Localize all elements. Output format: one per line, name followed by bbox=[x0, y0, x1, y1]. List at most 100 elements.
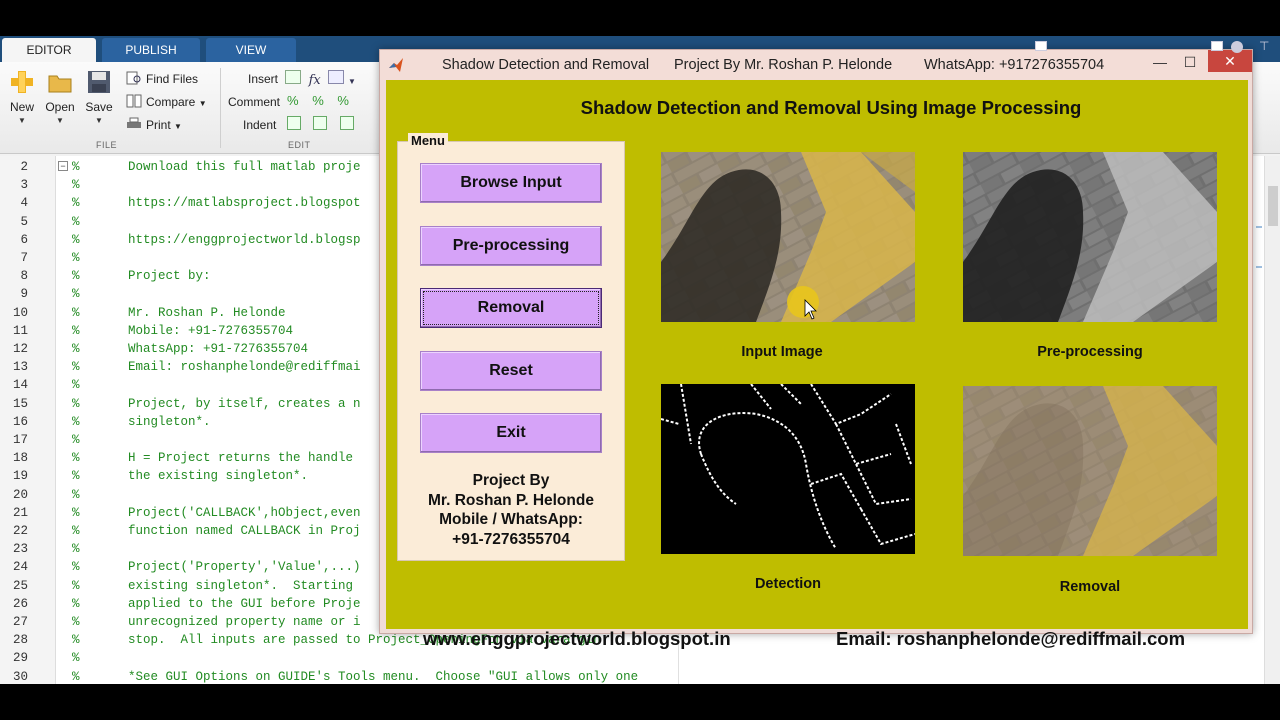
comment-marker: % bbox=[72, 451, 80, 466]
removal-button[interactable]: Removal bbox=[420, 288, 602, 328]
comment-marker: % bbox=[72, 342, 80, 356]
scrollbar-thumb[interactable] bbox=[1268, 186, 1278, 226]
comment-marker: % bbox=[72, 505, 80, 520]
comment-button[interactable]: Comment bbox=[228, 93, 280, 111]
print-label: Print bbox=[146, 118, 171, 132]
fold-toggle-icon[interactable]: − bbox=[58, 161, 68, 171]
pin-icon[interactable]: ⊤ bbox=[1259, 39, 1269, 53]
chevron-down-icon: ▼ bbox=[348, 77, 356, 86]
undock-icon[interactable] bbox=[1035, 41, 1047, 51]
line-number: 7 bbox=[20, 251, 28, 265]
new-label: New bbox=[9, 100, 34, 114]
footer-email: Email: roshanphelonde@rediffmail.com bbox=[836, 628, 1186, 649]
comment-icons[interactable]: % % % bbox=[287, 93, 349, 108]
uncomment-icon: % bbox=[312, 93, 324, 108]
code-line-text[interactable]: singleton*. bbox=[128, 415, 211, 429]
code-line-text[interactable]: Mr. Roshan P. Helonde bbox=[128, 306, 286, 320]
line-number: 14 bbox=[12, 378, 28, 393]
tab-view[interactable]: VIEW bbox=[206, 38, 296, 62]
section-edit-label: EDIT bbox=[288, 140, 311, 150]
help-icon[interactable] bbox=[1231, 41, 1243, 53]
compare-icon bbox=[126, 94, 142, 108]
layout-icon[interactable] bbox=[1211, 41, 1223, 51]
comment-marker: % bbox=[72, 360, 80, 375]
credit-line: Mr. Roshan P. Helonde bbox=[428, 491, 594, 509]
code-line-text[interactable]: WhatsApp: +91-7276355704 bbox=[128, 342, 308, 356]
menu-panel: Menu Browse Input Pre-processing Removal… bbox=[397, 133, 625, 561]
preprocessing-button[interactable]: Pre-processing bbox=[420, 226, 602, 266]
comment-marker: % bbox=[72, 651, 80, 666]
printer-icon bbox=[127, 117, 141, 128]
project-credit: Project By Mr. Roshan P. Helonde Mobile … bbox=[398, 471, 624, 549]
indent-label: Indent bbox=[243, 118, 277, 132]
tab-publish[interactable]: PUBLISH bbox=[102, 38, 200, 62]
code-line-text[interactable]: Download this full matlab proje bbox=[128, 160, 361, 174]
comment-marker: % bbox=[72, 378, 80, 393]
code-line-text[interactable]: *See GUI Options on GUIDE's Tools menu. … bbox=[128, 670, 638, 684]
code-line-text[interactable]: https://enggprojectworld.blogsp bbox=[128, 233, 361, 247]
line-number: 16 bbox=[12, 414, 28, 429]
code-line-text[interactable]: Project by: bbox=[128, 269, 211, 283]
compare-label: Compare bbox=[146, 95, 196, 109]
line-number: 18 bbox=[12, 451, 28, 466]
editor-window-controls: ⊤ bbox=[1035, 39, 1280, 55]
code-line-text[interactable]: Mobile: +91-7276355704 bbox=[128, 324, 293, 338]
line-number: 5 bbox=[20, 214, 28, 229]
browse-input-button[interactable]: Browse Input bbox=[420, 163, 602, 203]
code-line-text[interactable]: https://matlabsproject.blogspot bbox=[128, 196, 361, 210]
comment-marker: % bbox=[72, 214, 80, 229]
code-line-text[interactable]: Project, by itself, creates a n bbox=[128, 397, 361, 411]
credit-line: +91-7276355704 bbox=[452, 530, 570, 548]
code-line-text[interactable]: Email: roshanphelonde@rediffmai bbox=[128, 360, 361, 374]
detection-mask bbox=[661, 384, 915, 554]
tab-editor[interactable]: EDITOR bbox=[2, 38, 96, 62]
comment-marker: % bbox=[72, 414, 80, 429]
open-button[interactable]: Open ▼ bbox=[38, 70, 82, 125]
comment-marker: % bbox=[72, 633, 80, 648]
save-button[interactable]: Save ▼ bbox=[77, 70, 121, 125]
code-line-text[interactable]: Project('Property','Value',...) bbox=[128, 560, 361, 574]
insert-icons[interactable]: fx ▼ bbox=[285, 70, 356, 88]
floppy-disk-icon bbox=[88, 71, 110, 93]
code-line-text[interactable]: H = Project returns the handle bbox=[128, 451, 353, 465]
code-line-text[interactable]: unrecognized property name or i bbox=[128, 615, 361, 629]
line-number: 4 bbox=[20, 196, 28, 211]
comment-marker: % bbox=[72, 287, 80, 302]
reset-button[interactable]: Reset bbox=[420, 351, 602, 391]
line-number: 25 bbox=[12, 578, 28, 593]
folder-icon bbox=[48, 75, 72, 93]
insert-section-icon bbox=[285, 70, 301, 84]
code-line-text[interactable]: existing singleton*. Starting bbox=[128, 579, 353, 593]
exit-button[interactable]: Exit bbox=[420, 413, 602, 453]
comment-marker: % bbox=[72, 615, 80, 629]
code-line-text[interactable]: Project('CALLBACK',hObject,even bbox=[128, 506, 361, 520]
comment-marker: % bbox=[72, 433, 80, 447]
save-label: Save bbox=[85, 100, 113, 114]
input-image bbox=[661, 152, 915, 322]
line-number: 21 bbox=[12, 505, 28, 520]
compare-button[interactable]: Compare ▼ bbox=[126, 93, 207, 111]
code-line-text[interactable]: function named CALLBACK in Proj bbox=[128, 524, 361, 538]
code-line-text[interactable]: the existing singleton*. bbox=[128, 469, 308, 483]
comment-marker: % bbox=[72, 669, 80, 684]
removal-image-caption: Removal bbox=[1059, 579, 1121, 595]
menu-panel-title: Menu bbox=[408, 133, 448, 148]
line-number: 24 bbox=[12, 560, 28, 575]
line-number: 2 bbox=[20, 160, 28, 174]
code-line-text[interactable]: applied to the GUI before Proje bbox=[128, 597, 361, 611]
indent-button[interactable]: Indent bbox=[243, 116, 276, 134]
indent-icons[interactable] bbox=[287, 116, 354, 135]
line-number: 19 bbox=[12, 469, 28, 484]
analyzer-mark bbox=[1256, 266, 1262, 268]
detection-image bbox=[661, 384, 915, 554]
window-title-author: Project By Mr. Roshan P. Helonde bbox=[674, 57, 893, 73]
line-number: 9 bbox=[20, 287, 28, 302]
print-button[interactable]: Print ▼ bbox=[126, 116, 182, 134]
line-number: 15 bbox=[12, 396, 28, 411]
comment-marker: % bbox=[72, 469, 80, 484]
comment-marker: % bbox=[72, 269, 80, 284]
line-number: 12 bbox=[12, 342, 28, 356]
find-files-button[interactable]: Find Files bbox=[126, 70, 198, 88]
insert-button[interactable]: Insert bbox=[248, 70, 278, 88]
vertical-scrollbar[interactable] bbox=[1264, 156, 1280, 684]
